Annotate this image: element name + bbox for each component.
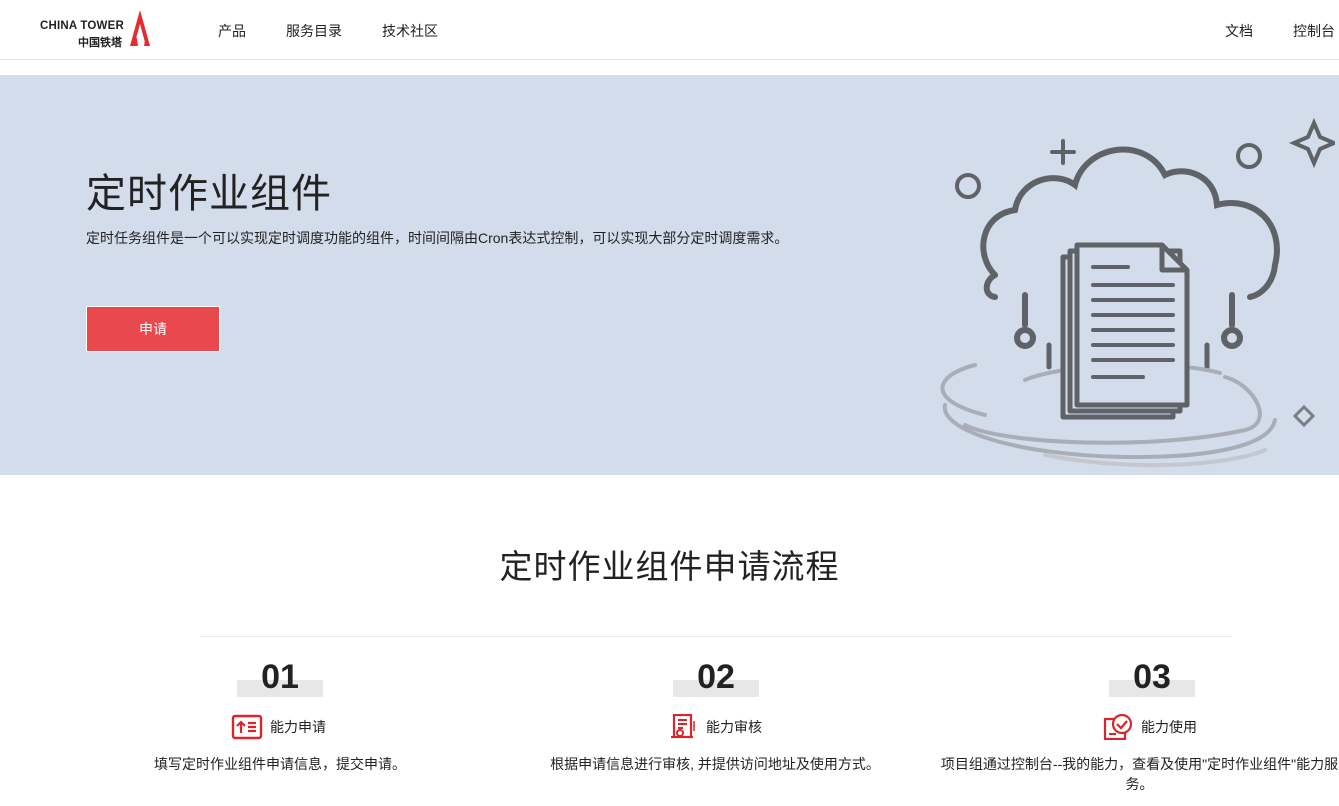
cloud-document-illustration — [940, 117, 1335, 468]
top-navigation-bar: CHINA TOWER 中国铁塔 产品 服务目录 技术社区 文档 控制台 — [0, 0, 1339, 60]
step-number: 02 — [697, 658, 735, 696]
step-number: 01 — [261, 658, 299, 696]
nav-console[interactable]: 控制台 — [1293, 21, 1335, 41]
upload-form-icon — [231, 714, 263, 740]
section-divider — [200, 636, 1232, 637]
china-tower-logo[interactable]: CHINA TOWER 中国铁塔 — [40, 10, 155, 49]
step-description: 根据申请信息进行审核, 并提供访问地址及使用方式。 — [550, 756, 880, 772]
nav-tech-community[interactable]: 技术社区 — [382, 21, 438, 41]
check-badge-icon — [1103, 714, 1133, 740]
step-number-badge: 03 — [1109, 658, 1195, 698]
step-number-badge: 02 — [673, 658, 759, 698]
logo-text-cn: 中国铁塔 — [78, 37, 122, 49]
hero-banner: 定时作业组件 定时任务组件是一个可以实现定时调度功能的组件，时间间隔由Cron表… — [0, 75, 1339, 475]
step-description: 填写定时作业组件申请信息，提交申请。 — [154, 756, 406, 772]
nav-service-catalog[interactable]: 服务目录 — [286, 21, 342, 41]
step-label: 能力使用 — [1141, 719, 1197, 735]
step-description: 项目组通过控制台--我的能力，查看及使用"定时作业组件"能力服务。 — [940, 756, 1339, 792]
step-label: 能力申请 — [270, 719, 326, 735]
nav-products[interactable]: 产品 — [218, 21, 246, 41]
document-review-icon — [671, 714, 695, 739]
nav-docs[interactable]: 文档 — [1225, 21, 1253, 41]
process-section-title: 定时作业组件申请流程 — [499, 548, 840, 585]
apply-button[interactable]: 申请 — [86, 306, 220, 352]
step-label: 能力审核 — [706, 719, 762, 735]
tower-logo-icon — [130, 10, 150, 46]
step-number-badge: 01 — [237, 658, 323, 698]
page-title: 定时作业组件 — [86, 172, 332, 216]
logo-text-en: CHINA TOWER — [40, 20, 124, 32]
hero-description: 定时任务组件是一个可以实现定时调度功能的组件，时间间隔由Cron表达式控制，可以… — [86, 230, 789, 246]
step-number: 03 — [1133, 658, 1171, 696]
